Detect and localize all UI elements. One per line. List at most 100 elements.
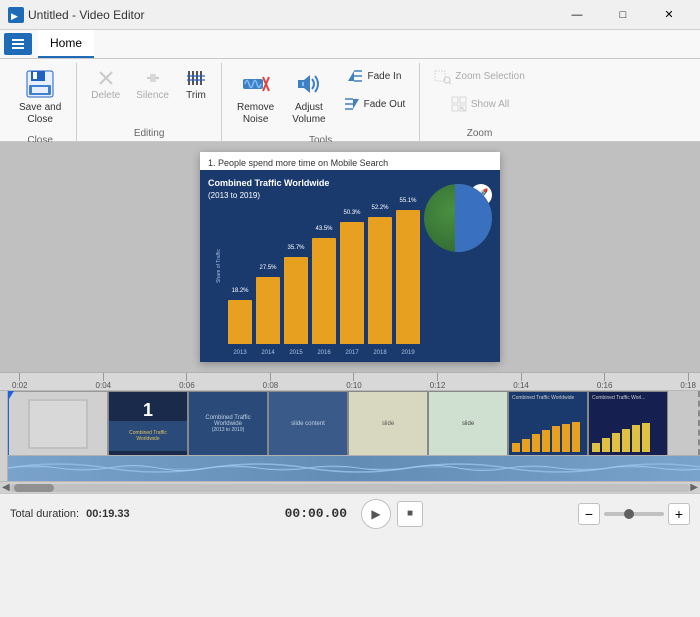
timeline-scrollbar[interactable]: ◀ ▶ — [0, 481, 700, 493]
ruler-mark-004: 0:04 — [96, 373, 112, 390]
bar-2014: 27.5% — [256, 277, 280, 344]
adjust-volume-button[interactable]: AdjustVolume — [285, 63, 332, 131]
duration-prefix: Total duration: — [10, 508, 79, 520]
trim-button[interactable]: Trim — [179, 63, 213, 105]
video-clip-6[interactable]: slide — [428, 391, 508, 456]
zoom-slider[interactable] — [604, 512, 664, 516]
timeline-ruler: 0:02 0:04 0:06 0:08 0:10 0:12 0:14 0:16 … — [0, 373, 700, 391]
preview-area: 1. People spend more time on Mobile Sear… — [0, 142, 700, 372]
chart-area: Combined Traffic Worldwide (2013 to 2019… — [200, 170, 500, 362]
timecode-display: 00:00.00 — [285, 506, 347, 521]
bar-2019: 55.1% — [396, 210, 420, 344]
save-and-close-button[interactable]: Save andClose — [12, 63, 68, 131]
zoom-controls: − + — [578, 503, 690, 525]
fade-out-label: Fade Out — [364, 99, 406, 110]
trim-label: Trim — [186, 90, 206, 101]
fade-in-button[interactable]: Fade In — [337, 63, 412, 89]
show-all-icon-svg — [450, 95, 468, 113]
playhead[interactable] — [8, 391, 9, 455]
playhead-marker — [8, 391, 14, 399]
trim-icon-svg — [186, 68, 206, 88]
video-clip-8[interactable]: Combined Traffic Worl... — [588, 391, 668, 456]
fade-out-button[interactable]: Fade Out — [337, 91, 412, 117]
playback-controls: 00:00.00 ▶ ■ — [285, 499, 423, 529]
zoom-selection-icon-svg — [434, 67, 452, 85]
delete-button: Delete — [85, 63, 126, 105]
adjust-volume-label: AdjustVolume — [292, 102, 325, 126]
ribbon: Home Save andClose — [0, 30, 700, 142]
zoom-minus-icon: − — [585, 506, 593, 522]
save-close-label: Save andClose — [19, 102, 61, 126]
timeline-area: 0:02 0:04 0:06 0:08 0:10 0:12 0:14 0:16 … — [0, 372, 700, 493]
globe-water — [455, 184, 492, 252]
ruler-mark-006: 0:06 — [179, 373, 195, 390]
zoom-group-items: Zoom Selection — [428, 63, 530, 126]
play-icon: ▶ — [371, 507, 380, 521]
adjust-volume-icon — [293, 68, 325, 100]
duration-value: 00:19.33 — [86, 508, 129, 520]
show-all-icon — [450, 95, 468, 113]
remove-noise-icon — [240, 68, 272, 100]
y-axis-label: Share of Traffic — [216, 249, 222, 283]
video-clip-2[interactable]: 1 Combined TrafficWorldwide — [108, 391, 188, 456]
year-2019: 2019 — [396, 350, 420, 356]
remove-noise-button[interactable]: RemoveNoise — [230, 63, 281, 131]
zoom-group-label: Zoom — [467, 126, 493, 141]
fade-controls: Fade In — [337, 63, 412, 117]
zoom-in-button[interactable]: + — [668, 503, 690, 525]
chart-bars: 18.2% 27.5% 35.7% 43.5% 50.3% 52.2% 55.1… — [228, 210, 420, 344]
waveform-svg — [8, 456, 700, 481]
clip-1-thumb — [28, 399, 88, 449]
year-2013: 2013 — [228, 350, 252, 356]
video-clip-7[interactable]: Combined Traffic Worldwide — [508, 391, 588, 456]
scrollbar-track[interactable] — [10, 484, 691, 492]
audio-track[interactable] — [8, 456, 700, 481]
ribbon-menu-icon[interactable] — [4, 33, 32, 55]
ruler-mark-016: 0:16 — [597, 373, 613, 390]
silence-label: Silence — [136, 90, 169, 101]
video-track[interactable]: 1 Combined TrafficWorldwide Combined Tra… — [8, 391, 700, 456]
chart-title: Combined Traffic Worldwide (2013 to 2019… — [208, 178, 329, 201]
zoom-selection-button: Zoom Selection — [428, 63, 530, 89]
zoom-out-button[interactable]: − — [578, 503, 600, 525]
volume-icon-svg — [294, 69, 324, 99]
tools-group-items: RemoveNoise AdjustVolume — [230, 63, 411, 133]
year-2018: 2018 — [368, 350, 392, 356]
year-2017: 2017 — [340, 350, 364, 356]
stop-button[interactable]: ■ — [397, 501, 423, 527]
remove-noise-label: RemoveNoise — [237, 102, 274, 126]
minimize-button[interactable]: — — [554, 0, 600, 30]
ribbon-group-close: Save andClose Close — [4, 63, 77, 141]
video-clip-4[interactable]: slide content — [268, 391, 348, 456]
track-header — [0, 391, 8, 481]
fade-in-icon-svg — [346, 67, 364, 85]
duration-label: Total duration: 00:19.33 — [10, 508, 130, 520]
scrollbar-thumb[interactable] — [14, 484, 54, 492]
play-button[interactable]: ▶ — [361, 499, 391, 529]
video-clip-1[interactable] — [8, 391, 108, 456]
bar-2017: 50.3% — [340, 222, 364, 344]
editing-group-label: Editing — [134, 126, 165, 141]
fade-in-icon — [346, 67, 364, 85]
maximize-button[interactable]: □ — [600, 0, 646, 30]
ruler-mark-014: 0:14 — [513, 373, 529, 390]
delete-icon — [95, 67, 117, 89]
year-2014: 2014 — [256, 350, 280, 356]
video-clip-5[interactable]: slide — [348, 391, 428, 456]
ribbon-group-tools: RemoveNoise AdjustVolume — [222, 63, 420, 141]
track-content: 1 Combined TrafficWorldwide Combined Tra… — [8, 391, 700, 481]
title-bar: ▶ Untitled - Video Editor — □ ✕ — [0, 0, 700, 30]
zoom-slider-thumb[interactable] — [624, 509, 634, 519]
scroll-right-arrow[interactable]: ▶ — [690, 482, 698, 493]
tab-home[interactable]: Home — [38, 30, 94, 58]
ribbon-content: Save andClose Close Delete — [0, 59, 700, 141]
scroll-left-arrow[interactable]: ◀ — [2, 482, 10, 493]
audio-waveform — [8, 456, 700, 481]
ribbon-group-zoom: Zoom Selection — [420, 63, 538, 141]
video-clip-3[interactable]: Combined TrafficWorldwide(2013 to 2019) — [188, 391, 268, 456]
ruler-mark-012: 0:12 — [430, 373, 446, 390]
zoom-selection-icon — [434, 67, 452, 85]
close-button[interactable]: ✕ — [646, 0, 692, 30]
year-2015: 2015 — [284, 350, 308, 356]
bar-2013: 18.2% — [228, 300, 252, 344]
